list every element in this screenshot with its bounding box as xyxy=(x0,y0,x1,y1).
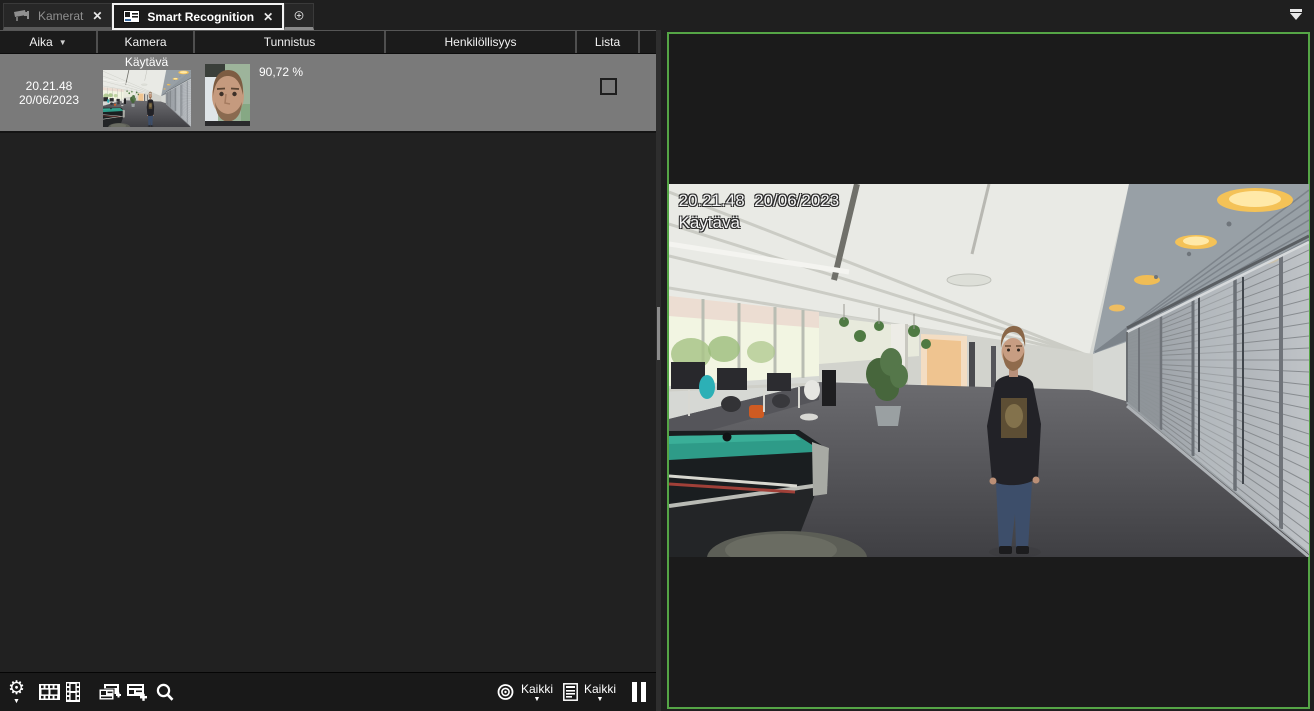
tab-bar: Kamerat ✕ Smart Recognition ✕ xyxy=(0,0,1314,30)
stacked-cards-icon xyxy=(98,683,121,702)
list-card-icon xyxy=(563,683,578,701)
card-plus-icon xyxy=(127,683,148,701)
column-header-aika[interactable]: Aika ▼ xyxy=(0,31,98,53)
caret-down-icon: ▼ xyxy=(597,696,604,703)
live-video: 20.21.48 20/06/2023 Käytävä xyxy=(669,184,1309,557)
tab-smart-recognition-label: Smart Recognition xyxy=(147,10,254,24)
empty-list-area xyxy=(0,133,656,672)
caret-down-icon: ▼ xyxy=(534,696,541,703)
camera-snapshot-thumbnail xyxy=(103,70,191,127)
list-filter[interactable]: Kaikki ▼ xyxy=(563,682,616,703)
collapse-panel-icon[interactable] xyxy=(1288,9,1304,20)
gear-icon: ⚙ xyxy=(8,680,25,698)
bottom-toolbar: ⚙ ▼ xyxy=(0,672,656,711)
tab-smart-recognition[interactable]: Smart Recognition ✕ xyxy=(112,3,284,30)
settings-button[interactable]: ⚙ ▼ xyxy=(8,680,25,705)
column-header-tunnistus[interactable]: Tunnistus xyxy=(195,31,386,53)
sort-desc-icon: ▼ xyxy=(59,38,67,47)
event-date: 20/06/2023 xyxy=(19,93,79,107)
close-icon[interactable]: ✕ xyxy=(261,10,273,24)
filmstrip-horizontal-button[interactable] xyxy=(39,684,60,700)
eye-icon xyxy=(496,684,515,700)
filmstrip-vertical-button[interactable] xyxy=(66,682,80,702)
pause-bar xyxy=(641,682,646,702)
add-tab-button[interactable] xyxy=(284,3,314,30)
event-time: 20.21.48 xyxy=(26,79,73,93)
video-overlay: 20.21.48 20/06/2023 Käytävä xyxy=(679,190,840,234)
camera-view-panel: 20.21.48 20/06/2023 Käytävä xyxy=(661,30,1314,711)
export-cards-button[interactable] xyxy=(98,683,121,702)
cctv-camera-icon xyxy=(13,10,31,22)
cell-time: 20.21.48 20/06/2023 xyxy=(0,54,98,131)
video-camera-name: Käytävä xyxy=(679,212,840,234)
confidence-value: 90,72 % xyxy=(259,65,303,79)
search-icon xyxy=(156,683,174,702)
face-snapshot-thumbnail xyxy=(205,64,250,126)
filmstrip-horizontal-icon xyxy=(39,684,60,700)
camera-video-frame xyxy=(669,184,1309,557)
column-header-extra xyxy=(640,31,656,53)
cell-identity xyxy=(386,54,577,131)
pause-button[interactable] xyxy=(632,682,646,702)
list-checkbox[interactable] xyxy=(600,78,617,95)
column-header-lista[interactable]: Lista xyxy=(577,31,640,53)
splitter-grip[interactable] xyxy=(657,307,660,360)
event-filter-value: Kaikki xyxy=(521,682,553,696)
event-type-filter[interactable]: Kaikki ▼ xyxy=(496,682,553,703)
smart-recognition-window: Kamerat ✕ Smart Recognition ✕ xyxy=(0,0,1314,711)
id-card-icon xyxy=(123,10,140,23)
column-header-henkilollisyys[interactable]: Henkilöllisyys xyxy=(386,31,577,53)
search-button[interactable] xyxy=(156,683,174,702)
selected-camera-cell[interactable]: 20.21.48 20/06/2023 Käytävä xyxy=(667,32,1310,709)
column-header-kamera[interactable]: Kamera xyxy=(98,31,195,53)
cell-list xyxy=(577,54,640,131)
cell-recognition: 90,72 % xyxy=(195,54,386,131)
panel-splitter[interactable] xyxy=(656,30,661,711)
table-row[interactable]: 20.21.48 20/06/2023 Käytävä 90,72 % xyxy=(0,54,656,133)
add-card-button[interactable] xyxy=(127,683,148,701)
video-timestamp: 20.21.48 20/06/2023 xyxy=(679,190,840,212)
filmstrip-vertical-icon xyxy=(66,682,80,702)
tab-kamerat-label: Kamerat xyxy=(38,9,83,23)
close-icon[interactable]: ✕ xyxy=(90,9,102,23)
recognition-list-panel: Aika ▼ Kamera Tunnistus Henkilöllisyys L… xyxy=(0,30,656,711)
caret-down-icon: ▼ xyxy=(13,698,20,705)
add-icon xyxy=(294,6,304,25)
table-header: Aika ▼ Kamera Tunnistus Henkilöllisyys L… xyxy=(0,30,656,54)
pause-bar xyxy=(632,682,637,702)
camera-name: Käytävä xyxy=(125,56,168,69)
cell-camera: Käytävä xyxy=(98,54,195,131)
tab-kamerat[interactable]: Kamerat ✕ xyxy=(3,3,112,30)
list-filter-value: Kaikki xyxy=(584,682,616,696)
